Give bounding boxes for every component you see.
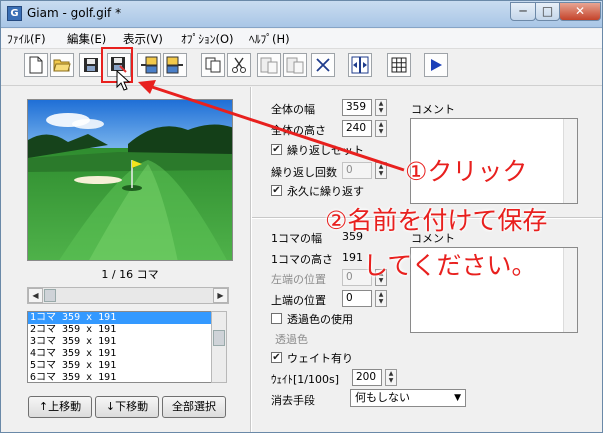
annotation-step2-continued: してください。 (363, 251, 537, 280)
annotation-step1: ①クリック (405, 157, 528, 186)
annotation-step2: ②名前を付けて保存 (325, 206, 548, 235)
mouse-cursor-icon (116, 70, 131, 91)
